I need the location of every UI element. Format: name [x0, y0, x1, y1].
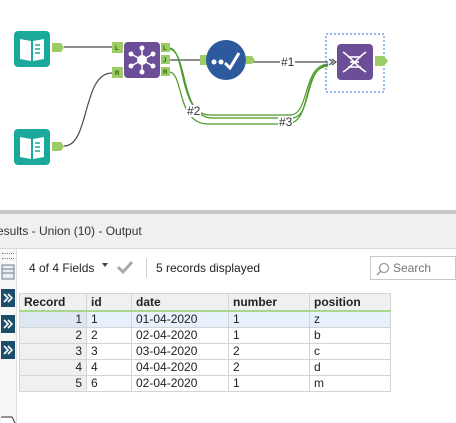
search-icon: [376, 262, 390, 276]
id-cell[interactable]: 2: [86, 327, 132, 344]
position-cell[interactable]: d: [309, 359, 391, 376]
search-box[interactable]: [370, 256, 456, 280]
alteryx-window: L R L J R #1 #2 #3 esults - Union (10) -…: [0, 0, 456, 423]
column-header-record[interactable]: Record: [19, 293, 87, 312]
data-output-icon-2[interactable]: [1, 315, 15, 333]
number-cell[interactable]: 1: [228, 327, 310, 344]
results-title-bar: esults - Union (10) - Output: [0, 214, 456, 249]
date-cell[interactable]: 01-04-2020: [131, 310, 229, 328]
position-cell[interactable]: m: [309, 375, 391, 392]
table-view-icon[interactable]: [1, 263, 15, 281]
id-cell[interactable]: 6: [86, 375, 132, 392]
date-cell[interactable]: 04-04-2020: [131, 359, 229, 376]
union-tool[interactable]: [325, 33, 388, 93]
position-cell[interactable]: z: [309, 310, 391, 328]
chevron-down-icon[interactable]: [102, 263, 108, 267]
number-cell[interactable]: 1: [228, 375, 310, 392]
column-header-position[interactable]: position: [309, 293, 391, 312]
search-input[interactable]: [391, 259, 456, 277]
table-row[interactable]: 2 2 02-04-2020 1 b: [19, 327, 391, 344]
results-side-strip: [0, 249, 17, 423]
select-tool[interactable]: [200, 40, 255, 80]
table-row[interactable]: 3 3 03-04-2020 2 c: [19, 343, 391, 360]
record-cell[interactable]: 2: [19, 327, 87, 344]
id-cell[interactable]: 4: [86, 359, 132, 376]
toolbar-divider: [146, 258, 147, 278]
id-cell[interactable]: 1: [86, 310, 132, 328]
column-header-number[interactable]: number: [228, 293, 310, 312]
number-cell[interactable]: 2: [228, 359, 310, 376]
table-row[interactable]: 5 6 02-04-2020 1 m: [19, 375, 391, 392]
fields-dropdown-button[interactable]: 4 of 4 Fields: [29, 260, 94, 276]
results-window: esults - Union (10) - Output 4 of 4 Fiel…: [0, 214, 456, 423]
table-row[interactable]: 1 1 01-04-2020 1 z: [19, 310, 391, 328]
date-cell[interactable]: 03-04-2020: [131, 343, 229, 360]
position-cell[interactable]: c: [309, 343, 391, 360]
record-cell[interactable]: 1: [19, 310, 87, 328]
workflow-diagram: L R L J R: [14, 31, 388, 165]
data-output-icon-3[interactable]: [1, 341, 15, 359]
column-header-date[interactable]: date: [131, 293, 229, 312]
checkmark-icon[interactable]: [116, 259, 134, 275]
number-cell[interactable]: 2: [228, 343, 310, 360]
results-table: Record id date number position 1 1 01-04…: [19, 293, 391, 392]
position-cell[interactable]: b: [309, 327, 391, 344]
results-title: esults - Union (10) - Output: [0, 224, 142, 238]
date-cell[interactable]: 02-04-2020: [131, 327, 229, 344]
records-count-label: 5 records displayed: [156, 261, 261, 275]
anchor-right-label: R: [163, 70, 168, 76]
workflow-canvas[interactable]: L R L J R #1 #2 #3: [0, 0, 456, 210]
connection-label-1: #1: [280, 55, 296, 69]
anchor-join-label: J: [163, 58, 166, 64]
table-row[interactable]: 4 4 04-04-2020 2 d: [19, 359, 391, 376]
record-cell[interactable]: 3: [19, 343, 87, 360]
record-cell[interactable]: 5: [19, 375, 87, 392]
results-toolbar: 4 of 4 Fields 5 records displayed: [18, 256, 456, 282]
number-cell[interactable]: 1: [228, 310, 310, 328]
tag-icon[interactable]: [1, 415, 17, 423]
wire-input2-join-right: [63, 72, 113, 147]
input-tool-1[interactable]: [14, 31, 64, 67]
id-cell[interactable]: 3: [86, 343, 132, 360]
table-header-row: Record id date number position: [19, 293, 391, 312]
anchor-input-left-label: L: [115, 46, 119, 52]
anchor-input-right-label: R: [115, 71, 120, 77]
join-tool[interactable]: [112, 42, 170, 78]
record-cell[interactable]: 4: [19, 359, 87, 376]
anchor-left-label: L: [163, 46, 167, 52]
connection-label-3: #3: [278, 115, 294, 129]
column-header-id[interactable]: id: [86, 293, 132, 312]
data-output-icon[interactable]: [1, 289, 15, 307]
grip-icon[interactable]: [2, 253, 14, 259]
input-tool-2[interactable]: [14, 129, 64, 165]
connection-label-2: #2: [186, 104, 202, 118]
date-cell[interactable]: 02-04-2020: [131, 375, 229, 392]
